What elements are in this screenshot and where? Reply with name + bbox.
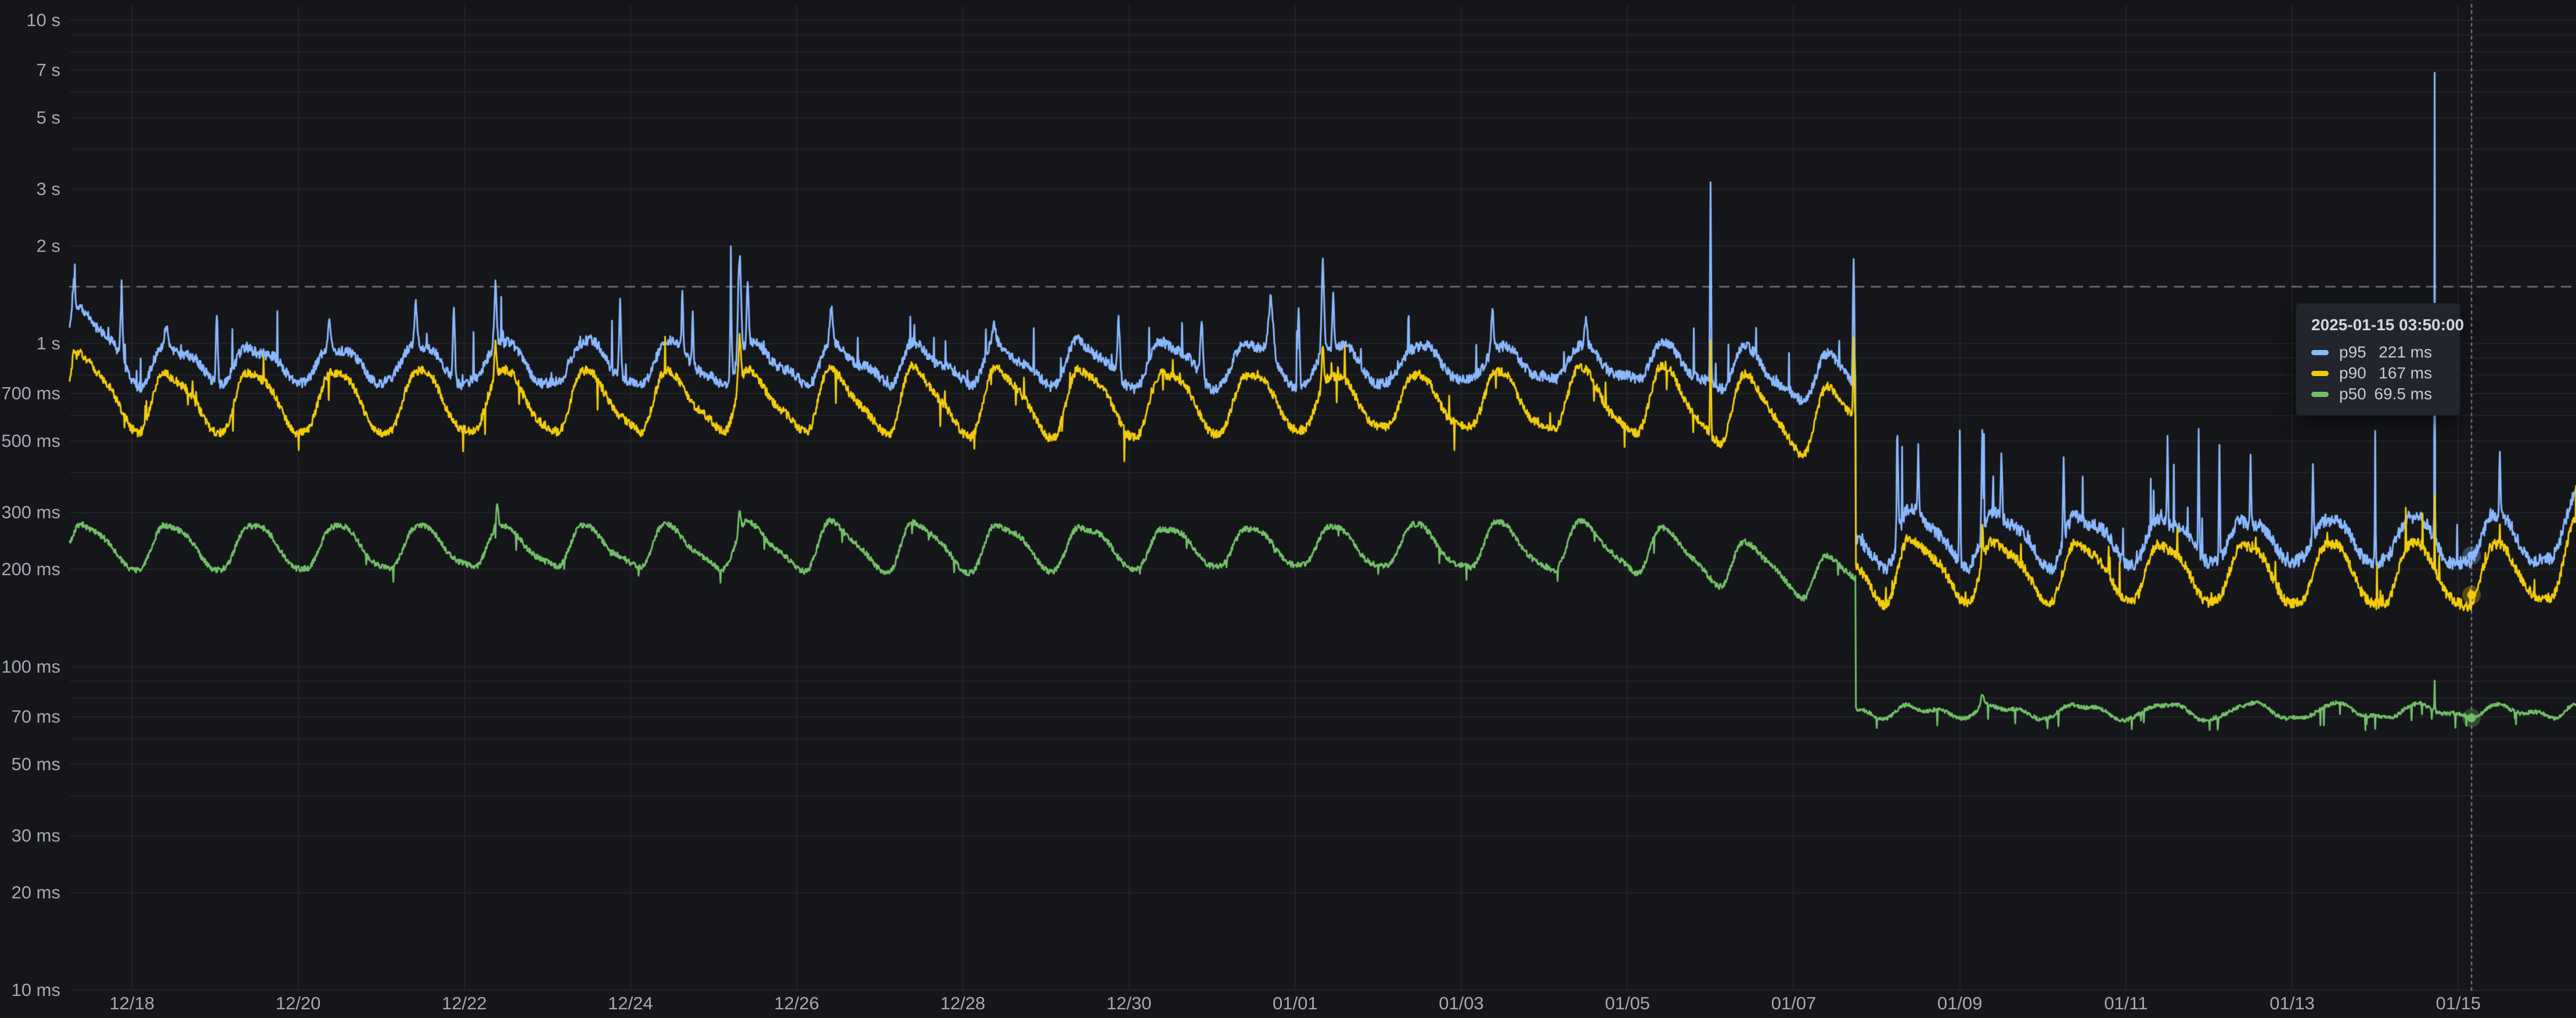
y-tick-label: 10 ms [0,980,60,1000]
y-tick-label: 100 ms [0,657,60,677]
y-tick-label: 10 s [0,10,60,30]
x-tick-label: 01/07 [1747,994,1840,1013]
x-tick-label: 12/22 [418,994,511,1013]
x-tick-label: 01/03 [1415,994,1508,1013]
chart-tooltip: 2025-01-15 03:50:00 p95 221 ms p90 167 m… [2296,303,2460,416]
y-tick-label: 50 ms [0,755,60,774]
y-tick-label: 1 s [0,334,60,353]
x-tick-label: 01/05 [1581,994,1674,1013]
x-tick-label: 12/18 [85,994,178,1013]
tooltip-row-p90: p90 167 ms [2311,363,2445,384]
x-tick-label: 12/20 [252,994,345,1013]
y-tick-label: 7 s [0,60,60,80]
tooltip-row-p95: p95 221 ms [2311,342,2445,363]
x-tick-label: 01/15 [2412,994,2505,1013]
p90-series-swatch [2311,371,2329,376]
tooltip-series-value: 167 ms [2379,363,2445,384]
tooltip-series-label: p95 [2339,342,2366,363]
latency-timeseries-panel: 10 s 7 s 5 s 3 s 2 s 1 s 700 ms 500 ms 300 ms 200… [0,0,2576,1018]
latency-chart-canvas[interactable] [0,0,2576,1018]
p95-series-swatch [2311,350,2329,355]
tooltip-series-value: 221 ms [2379,342,2445,363]
y-tick-label: 200 ms [0,559,60,579]
y-tick-label: 300 ms [0,503,60,522]
tooltip-row-p50: p50 69.5 ms [2311,384,2445,405]
y-tick-label: 70 ms [0,707,60,727]
tooltip-series-label: p50 [2339,384,2366,405]
y-tick-label: 700 ms [0,384,60,403]
x-tick-label: 01/13 [2246,994,2339,1013]
tooltip-series-value: 69.5 ms [2374,384,2445,405]
x-tick-label: 12/26 [750,994,843,1013]
x-tick-label: 12/30 [1083,994,1176,1013]
tooltip-series-label: p90 [2339,363,2366,384]
y-tick-label: 30 ms [0,826,60,846]
x-tick-label: 01/11 [2080,994,2173,1013]
p50-series-swatch [2311,392,2329,397]
y-tick-label: 5 s [0,108,60,128]
y-tick-label: 500 ms [0,431,60,451]
x-tick-label: 12/28 [916,994,1009,1013]
x-tick-label: 01/01 [1249,994,1342,1013]
y-tick-label: 3 s [0,179,60,199]
y-tick-label: 20 ms [0,883,60,903]
x-tick-label: 12/24 [584,994,677,1013]
y-tick-label: 2 s [0,236,60,256]
tooltip-timestamp: 2025-01-15 03:50:00 [2311,315,2445,335]
x-tick-label: 01/09 [1914,994,2006,1013]
